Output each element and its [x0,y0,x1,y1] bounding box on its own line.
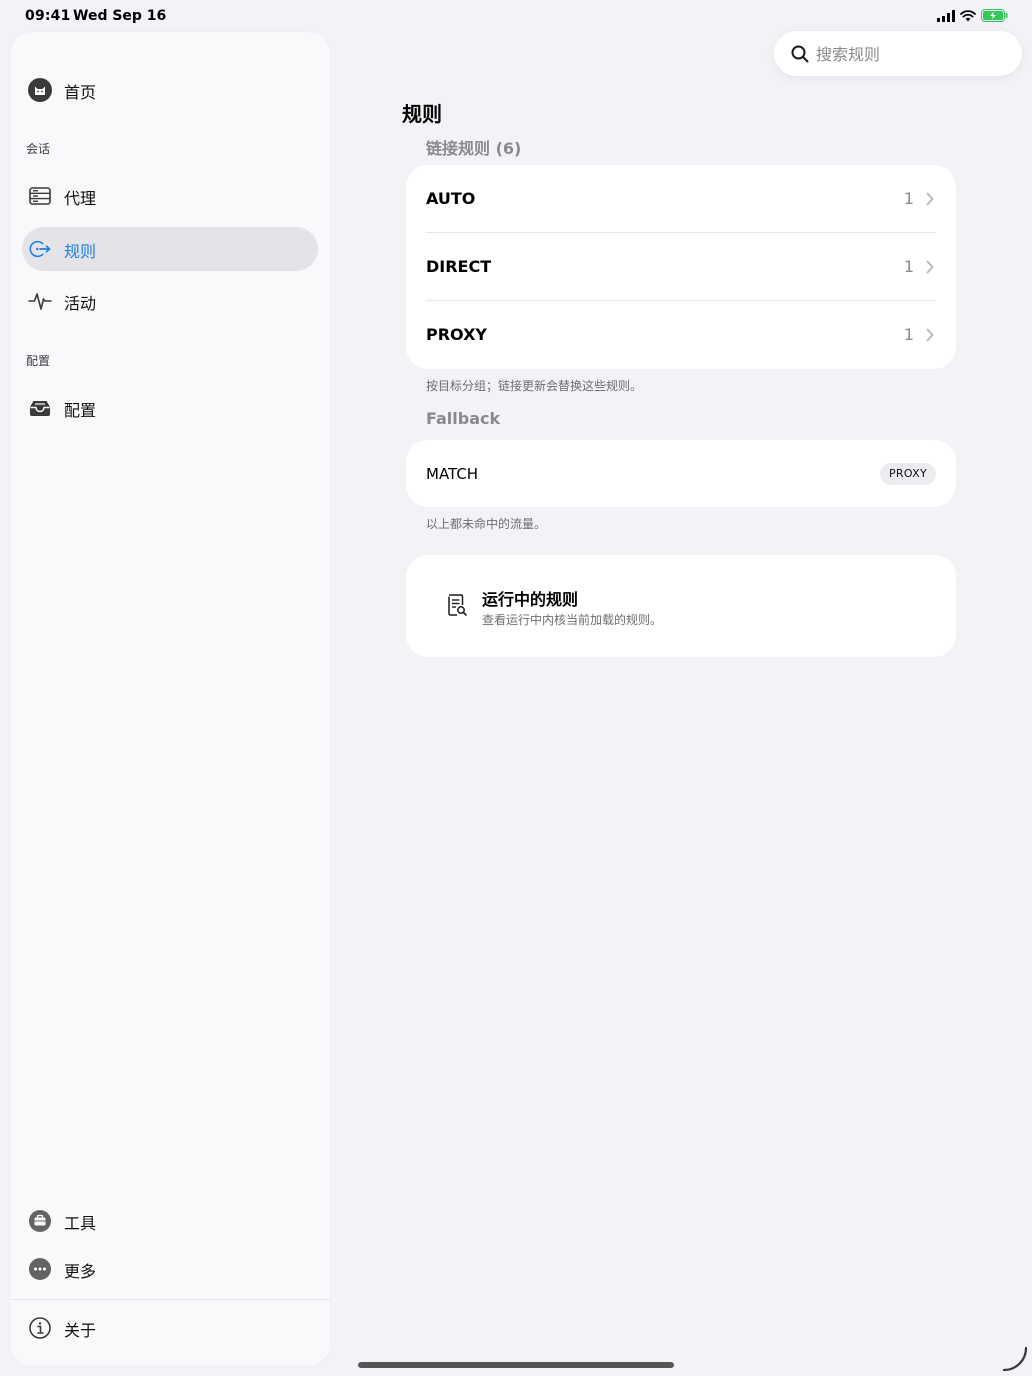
sidebar-item-label: 首页 [64,83,97,102]
running-rules-title: 运行中的规则 [482,590,579,609]
wifi-icon [960,9,976,21]
waveform-icon [28,289,52,313]
fallback-card: MATCH PROXY [406,440,956,507]
rule-group-label: DIRECT [426,257,492,276]
tray-icon [28,396,52,420]
rule-group-row[interactable]: AUTO 1 [406,165,956,233]
toolbox-icon [28,1209,52,1233]
rule-group-row[interactable]: DIRECT 1 [406,233,956,301]
doc-search-icon [448,594,467,616]
chevron-right-icon [926,192,934,206]
search-icon [791,45,809,63]
status-time: 09:41 [25,8,71,24]
section-header-session: 会话 [26,142,51,156]
status-icons [937,9,1008,22]
sidebar-item-rules[interactable]: 规则 [22,227,318,271]
running-rules-subtitle: 查看运行中内核当前加载的规则。 [482,613,663,627]
link-rules-card: AUTO 1 DIRECT 1 PROXY 1 [406,165,956,369]
search-bar[interactable] [774,31,1022,76]
cat-icon [28,78,52,102]
status-date: Wed Sep 16 [73,8,167,24]
rule-group-count: 1 [903,189,914,208]
sidebar-item-label: 规则 [64,242,97,261]
link-rules-header: 链接规则 (6) [426,139,522,158]
sidebar-item-proxy[interactable]: 代理 [22,174,318,218]
sidebar-item-label: 配置 [64,401,97,420]
sidebar-item-label: 工具 [64,1214,97,1233]
fallback-rule-label: MATCH [426,465,479,483]
sidebar: 首页 会话 代理 规则 活动 配置 配置 工具 更多 关于 [10,32,330,1366]
link-rules-footnote: 按目标分组；链接更新会替换这些规则。 [426,379,643,393]
rule-group-label: AUTO [426,189,476,208]
ellipsis-icon [28,1257,52,1281]
chevron-right-icon [926,260,934,274]
sidebar-item-home[interactable]: 首页 [22,68,318,112]
status-bar: 09:41 Wed Sep 16 [0,0,1032,32]
chevron-right-icon [926,328,934,342]
search-input[interactable] [816,41,1006,67]
rule-group-count: 1 [903,325,914,344]
fallback-header: Fallback [426,409,501,428]
sidebar-item-label: 活动 [64,294,97,313]
arrow-circle-icon [28,237,52,261]
sidebar-item-about[interactable]: 关于 [22,1306,318,1350]
sidebar-item-activity[interactable]: 活动 [22,279,318,323]
section-header-config: 配置 [26,354,51,368]
running-rules-card[interactable]: 运行中的规则 查看运行中内核当前加载的规则。 [406,555,956,657]
info-icon [28,1316,52,1340]
fallback-footnote: 以上都未命中的流量。 [426,517,547,531]
battery-charging-icon [981,9,1008,22]
sidebar-divider [10,1299,330,1300]
server-icon [28,184,52,208]
fallback-target-badge: PROXY [880,463,936,485]
sidebar-item-more[interactable]: 更多 [22,1247,318,1291]
cellular-signal-icon [937,9,955,22]
sidebar-item-config[interactable]: 配置 [22,386,318,430]
rule-group-row[interactable]: PROXY 1 [406,301,956,369]
sidebar-item-label: 代理 [64,189,97,208]
page-title: 规则 [402,102,442,126]
rule-group-count: 1 [903,257,914,276]
sidebar-item-tools[interactable]: 工具 [22,1199,318,1243]
resize-corner-icon [1002,1346,1028,1372]
rule-group-label: PROXY [426,325,487,344]
sidebar-item-label: 更多 [64,1262,97,1281]
sidebar-item-label: 关于 [64,1321,97,1340]
home-indicator [358,1362,674,1368]
